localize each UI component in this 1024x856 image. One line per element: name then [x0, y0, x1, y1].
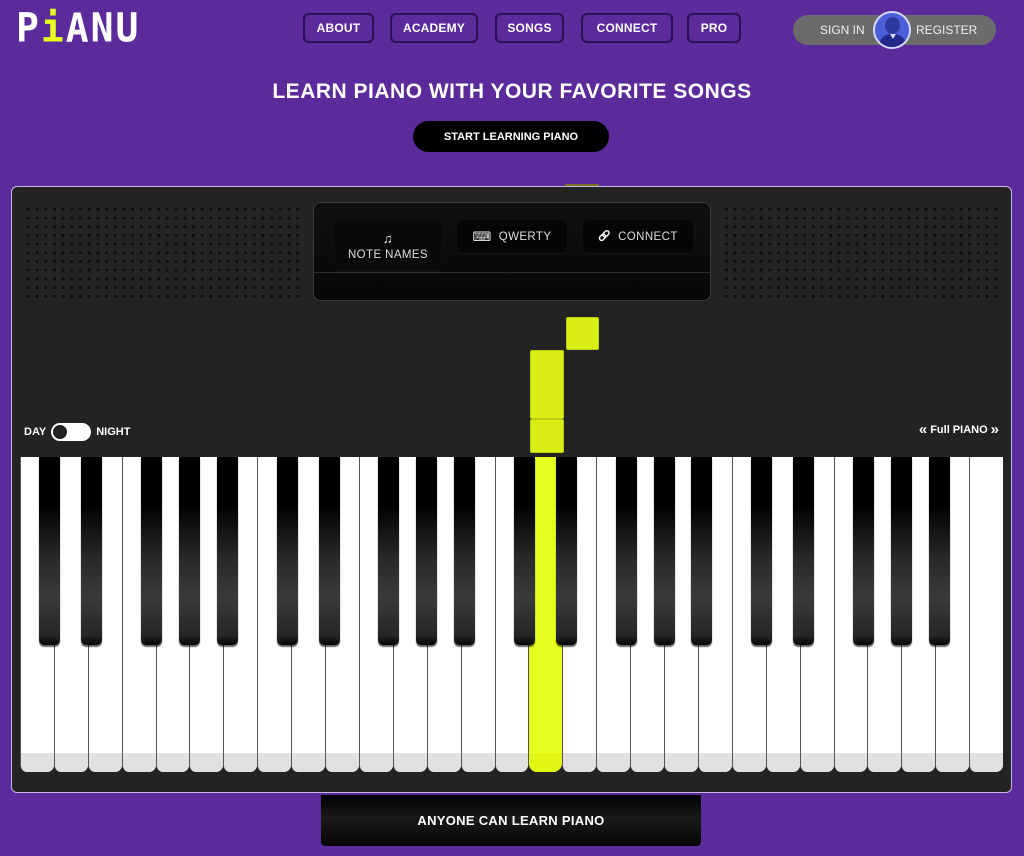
- keyboard: [20, 457, 1003, 772]
- key-lip: [156, 753, 190, 772]
- key-lip: [326, 753, 359, 772]
- key-lip: [563, 753, 597, 772]
- black-key-d-sharp[interactable]: [555, 457, 577, 645]
- chevron-right-icon[interactable]: »: [991, 422, 999, 437]
- connect-button[interactable]: 🔗 CONNECT: [583, 220, 693, 253]
- key-lip: [190, 753, 224, 772]
- black-key-c-sharp[interactable]: [276, 457, 298, 645]
- black-key-g-sharp[interactable]: [178, 457, 200, 645]
- falling-note: [566, 317, 599, 350]
- avatar-head: [885, 17, 900, 34]
- speaker-grille-right: [722, 205, 999, 301]
- black-key-d-sharp[interactable]: [318, 457, 340, 645]
- note-names-label: NOTE NAMES: [347, 248, 429, 261]
- key-lip: [122, 753, 156, 772]
- falling-note: [530, 419, 564, 453]
- key-lip: [427, 753, 461, 772]
- key-lip: [698, 753, 732, 772]
- black-key-g-sharp[interactable]: [416, 457, 438, 645]
- white-key-c[interactable]: [969, 457, 1003, 772]
- nav-pro[interactable]: PRO: [687, 13, 741, 43]
- hero-title: LEARN PIANO WITH YOUR FAVORITE SONGS: [272, 80, 752, 103]
- keyboard-icon: ⌨: [472, 228, 492, 244]
- mode-console: ♫ NOTE NAMES ⌨ QWERTY 🔗 CONNECT: [313, 202, 711, 301]
- black-key-c-sharp[interactable]: [513, 457, 535, 645]
- key-lip: [21, 753, 54, 772]
- key-lip: [834, 753, 868, 772]
- falling-note: [530, 350, 564, 419]
- nav-about[interactable]: ABOUT: [303, 13, 374, 43]
- chevron-left-icon[interactable]: «: [919, 422, 927, 437]
- range-selector: « Full PIANO »: [919, 422, 999, 437]
- range-label: Full PIANO: [930, 424, 988, 436]
- key-lip: [732, 753, 766, 772]
- black-key-c-sharp[interactable]: [751, 457, 773, 645]
- avatar-tie: [890, 34, 896, 39]
- key-lip: [597, 753, 631, 772]
- black-key-f-sharp[interactable]: [615, 457, 637, 645]
- sign-in-link[interactable]: SIGN IN: [820, 15, 865, 45]
- key-lip: [359, 753, 393, 772]
- key-lip: [258, 753, 292, 772]
- black-key-g-sharp[interactable]: [653, 457, 675, 645]
- night-label: NIGHT: [96, 426, 131, 438]
- key-lip: [936, 753, 970, 772]
- theme-toggle-row: DAY NIGHT: [24, 423, 130, 441]
- black-key-f-sharp[interactable]: [378, 457, 400, 645]
- key-lip: [665, 753, 698, 772]
- key-lip: [495, 753, 529, 772]
- console-shelf: [314, 272, 710, 273]
- key-lip: [461, 753, 495, 772]
- music-note-icon: ♫: [382, 230, 394, 246]
- nav-connect[interactable]: CONNECT: [581, 13, 673, 43]
- start-learning-button[interactable]: START LEARNING PIANO: [413, 121, 609, 152]
- black-key-d-sharp[interactable]: [81, 457, 103, 645]
- connect-label: CONNECT: [618, 230, 678, 243]
- link-icon: 🔗: [598, 231, 612, 242]
- black-key-a-sharp[interactable]: [691, 457, 713, 645]
- footer-banner: ANYONE CAN LEARN PIANO: [321, 795, 701, 846]
- key-lip: [868, 753, 902, 772]
- key-lip: [529, 753, 563, 772]
- qwerty-button[interactable]: ⌨ QWERTY: [457, 220, 567, 253]
- register-link[interactable]: REGISTER: [916, 15, 977, 45]
- nav-songs[interactable]: SONGS: [495, 13, 564, 43]
- black-key-d-sharp[interactable]: [793, 457, 815, 645]
- toggle-knob: [52, 424, 69, 440]
- key-lip: [902, 753, 936, 772]
- black-key-c-sharp[interactable]: [39, 457, 61, 645]
- key-lip: [970, 753, 1003, 772]
- key-lip: [224, 753, 258, 772]
- key-lip: [292, 753, 326, 772]
- virtual-piano: ♫ NOTE NAMES ⌨ QWERTY 🔗 CONNECT DAY NIGH…: [11, 186, 1012, 793]
- black-key-f-sharp[interactable]: [852, 457, 874, 645]
- day-label: DAY: [24, 426, 47, 438]
- key-lip: [766, 753, 800, 772]
- nav-academy[interactable]: ACADEMY: [390, 13, 478, 43]
- key-lip: [88, 753, 122, 772]
- day-night-toggle[interactable]: [51, 423, 92, 441]
- black-key-a-sharp[interactable]: [454, 457, 476, 645]
- key-lip: [631, 753, 665, 772]
- key-lip: [54, 753, 88, 772]
- user-avatar-icon[interactable]: [873, 11, 911, 49]
- auth-pill: SIGN IN REGISTER: [793, 11, 996, 49]
- black-key-a-sharp[interactable]: [216, 457, 238, 645]
- key-lip: [800, 753, 834, 772]
- black-key-g-sharp[interactable]: [890, 457, 912, 645]
- note-names-button[interactable]: ♫ NOTE NAMES: [333, 220, 443, 271]
- key-lip: [393, 753, 427, 772]
- qwerty-label: QWERTY: [498, 230, 552, 243]
- black-key-a-sharp[interactable]: [928, 457, 950, 645]
- speaker-grille-left: [24, 205, 301, 301]
- black-key-f-sharp[interactable]: [141, 457, 163, 645]
